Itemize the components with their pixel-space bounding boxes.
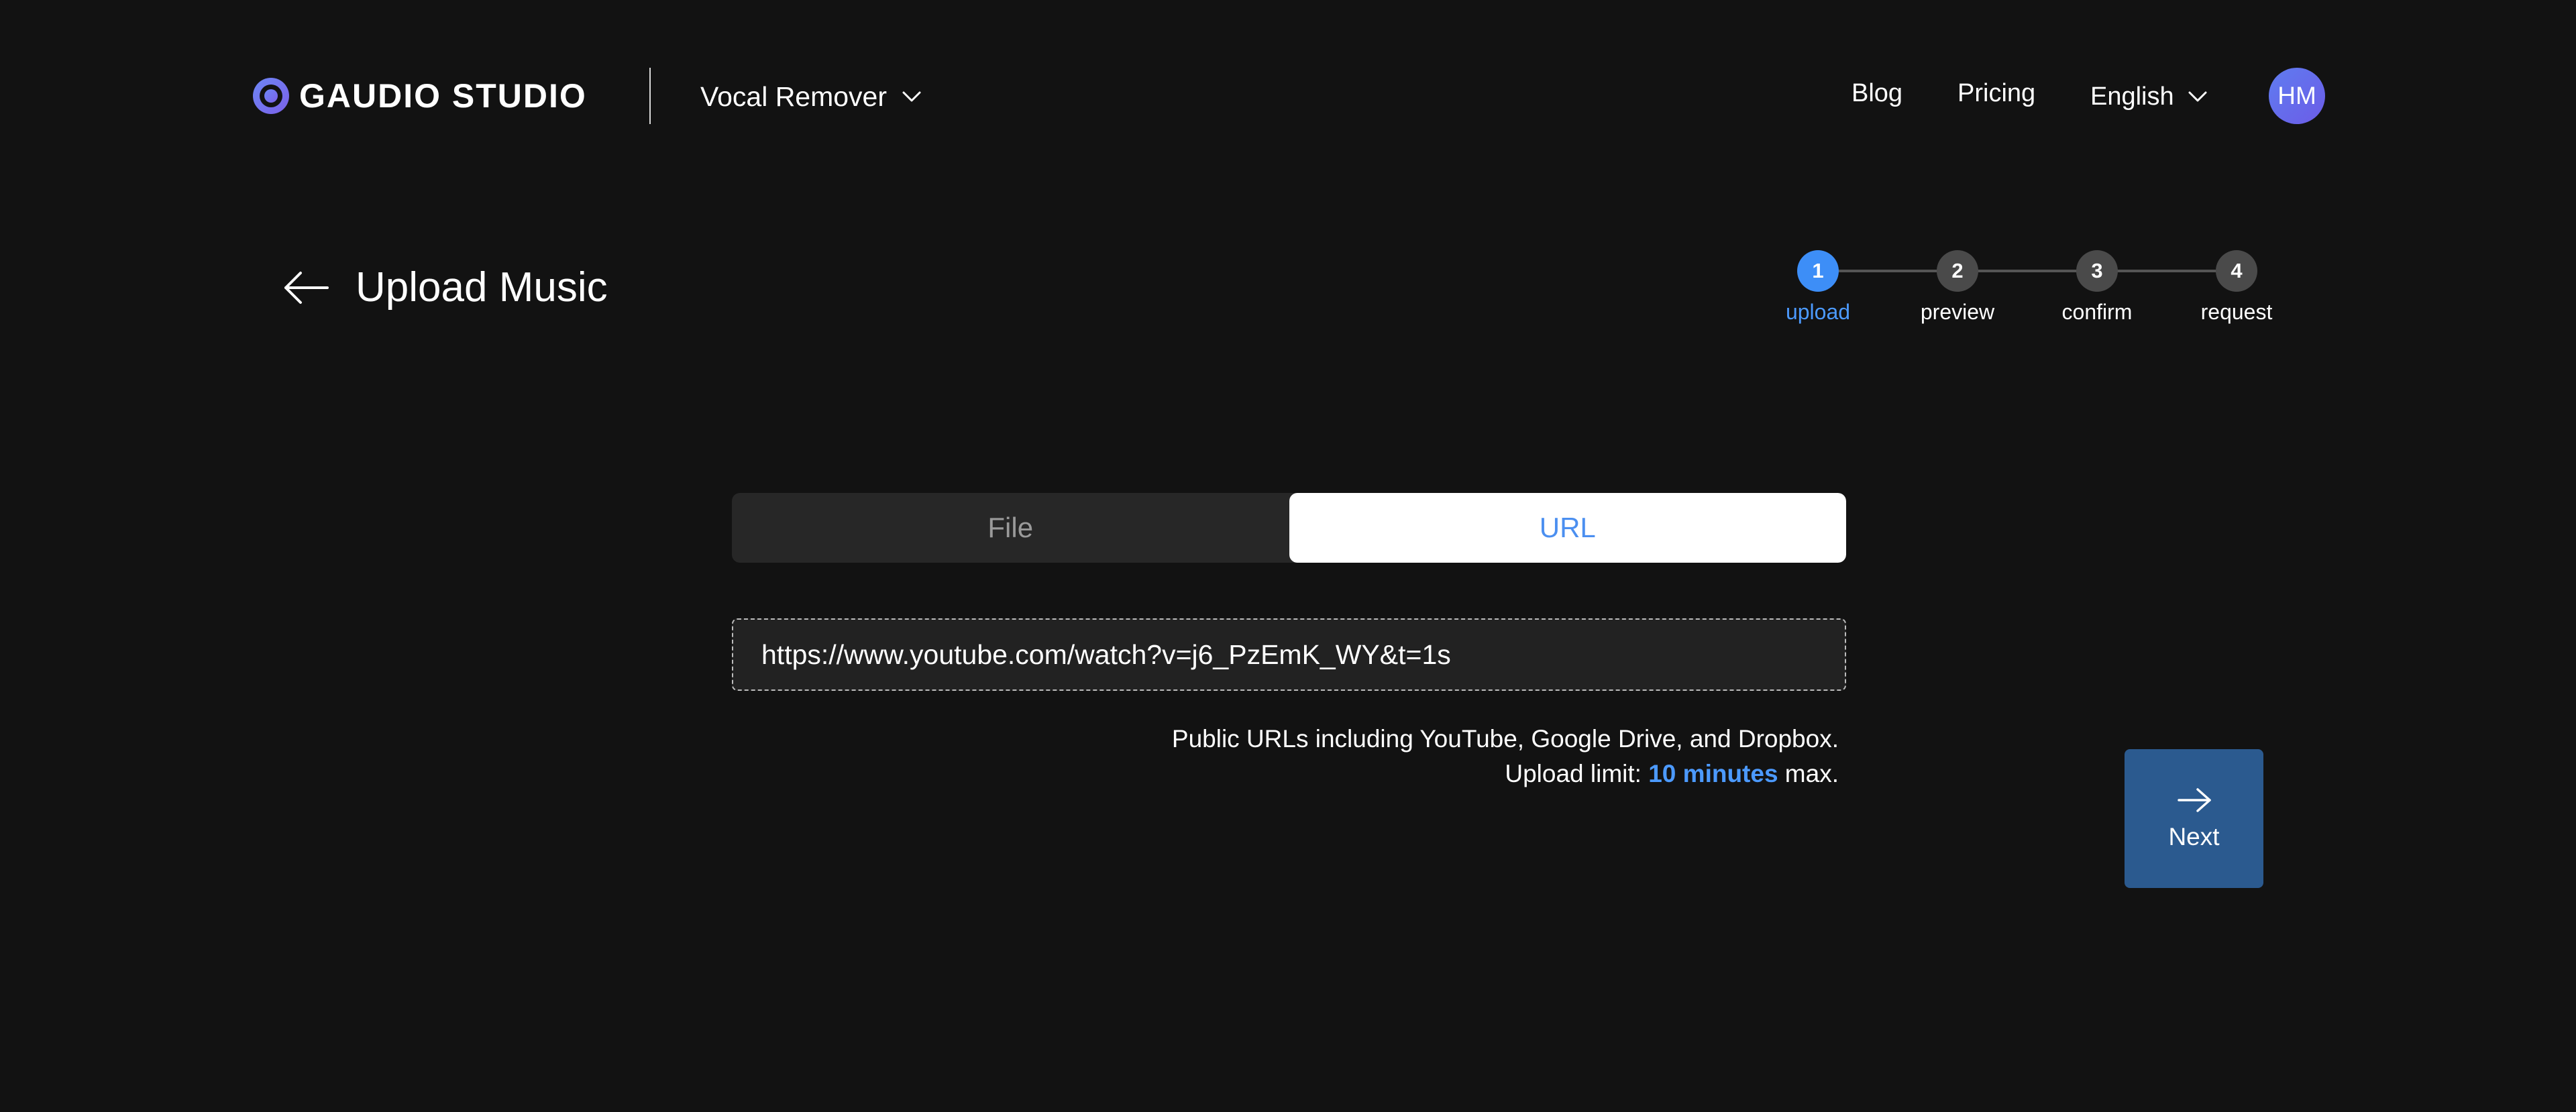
arrow-left-icon[interactable] (282, 270, 330, 305)
step-request: 4 request (2169, 247, 2304, 325)
step-number: 3 (2076, 250, 2118, 292)
step-label: confirm (2061, 300, 2133, 324)
brand-logo[interactable]: GAUDIO STUDIO (252, 76, 587, 115)
product-dropdown[interactable]: Vocal Remover (700, 76, 922, 117)
step-preview: 2 preview (1890, 247, 2025, 325)
arrow-right-icon (2177, 787, 2211, 812)
nav-pricing-link[interactable]: Pricing (1957, 79, 2035, 108)
next-button[interactable]: Next (2125, 749, 2263, 888)
user-avatar[interactable]: HM (2269, 68, 2325, 124)
step-number: 1 (1797, 250, 1839, 292)
tab-file[interactable]: File (732, 493, 1289, 563)
brand-name: GAUDIO STUDIO (299, 77, 587, 115)
chevron-down-icon (902, 91, 921, 102)
product-label: Vocal Remover (700, 80, 888, 112)
upload-hint: Public URLs including YouTube, Google Dr… (1172, 722, 1839, 791)
page: GAUDIO STUDIO Vocal Remover Blog Pricing… (0, 0, 2576, 1112)
language-dropdown[interactable]: English (2090, 76, 2208, 117)
step-number: 2 (1937, 250, 1978, 292)
url-input[interactable] (732, 618, 1846, 691)
limit-suffix: max. (1778, 760, 1839, 787)
source-tabs: File URL (732, 493, 1846, 563)
tab-url[interactable]: URL (1289, 493, 1846, 563)
limit-value: 10 minutes (1648, 760, 1778, 787)
page-title: Upload Music (356, 264, 608, 311)
step-label: request (2200, 300, 2273, 324)
step-upload: 1 upload (1751, 247, 1885, 325)
gaudio-logo-icon (253, 78, 289, 114)
step-label: upload (1785, 300, 1851, 324)
step-number: 4 (2216, 250, 2257, 292)
step-label: preview (1920, 300, 1995, 324)
nav-blog-link[interactable]: Blog (1851, 79, 1902, 108)
next-label: Next (2168, 822, 2220, 850)
language-label: English (2090, 82, 2174, 111)
hint-upload-limit: Upload limit: 10 minutes max. (1172, 757, 1839, 791)
progress-stepper: 1 upload 2 preview 3 confirm 4 request (1771, 247, 2272, 327)
chevron-down-icon (2188, 91, 2207, 102)
hint-supported-sources: Public URLs including YouTube, Google Dr… (1171, 725, 1839, 753)
limit-prefix: Upload limit: (1505, 760, 1649, 787)
step-confirm: 3 confirm (2030, 247, 2164, 325)
header-divider (649, 68, 651, 124)
